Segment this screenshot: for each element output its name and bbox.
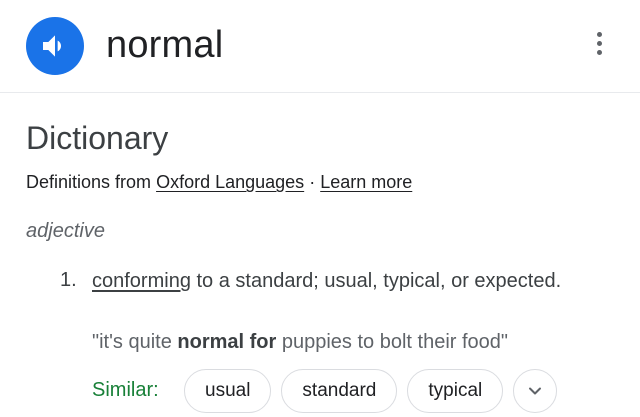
definition-rest: to a standard; usual, typical, or expect…: [190, 270, 562, 292]
sense-number: 1.: [60, 269, 77, 291]
more-vert-icon[interactable]: [584, 28, 614, 58]
similar-chip-standard[interactable]: standard: [281, 369, 398, 413]
section-title: Dictionary: [26, 120, 169, 156]
headword: normal: [106, 24, 224, 66]
oxford-languages-link[interactable]: Oxford Languages: [156, 172, 304, 192]
pronunciation-button[interactable]: [26, 17, 84, 75]
dictionary-card: normal Dictionary Definitions from Oxfor…: [0, 0, 640, 417]
header: normal: [0, 0, 640, 92]
source-prefix: Definitions from: [26, 172, 152, 192]
similar-chip-typical[interactable]: typical: [407, 369, 504, 413]
definition-linked-word[interactable]: conforming: [92, 270, 191, 292]
expand-similar-button[interactable]: [513, 369, 558, 413]
source-attribution: Definitions from Oxford Languages · Lear…: [26, 170, 412, 194]
divider: [0, 92, 640, 93]
example-close: puppies to bolt their food": [276, 331, 509, 353]
volume-up-icon: [43, 35, 61, 57]
example-open: "it's quite: [92, 331, 178, 353]
part-of-speech: adjective: [26, 220, 105, 242]
similar-label: Similar:: [92, 379, 159, 401]
learn-more-link[interactable]: Learn more: [320, 172, 412, 192]
example-bold: normal for: [177, 331, 277, 353]
definition-text: conforming to a standard; usual, typical…: [92, 266, 612, 296]
similar-chips: usual standard typical: [184, 369, 558, 413]
example-sentence: "it's quite normal for puppies to bolt t…: [92, 328, 612, 356]
separator: ·: [309, 172, 316, 192]
chevron-down-icon: [529, 387, 542, 395]
similar-chip-usual[interactable]: usual: [184, 369, 272, 413]
